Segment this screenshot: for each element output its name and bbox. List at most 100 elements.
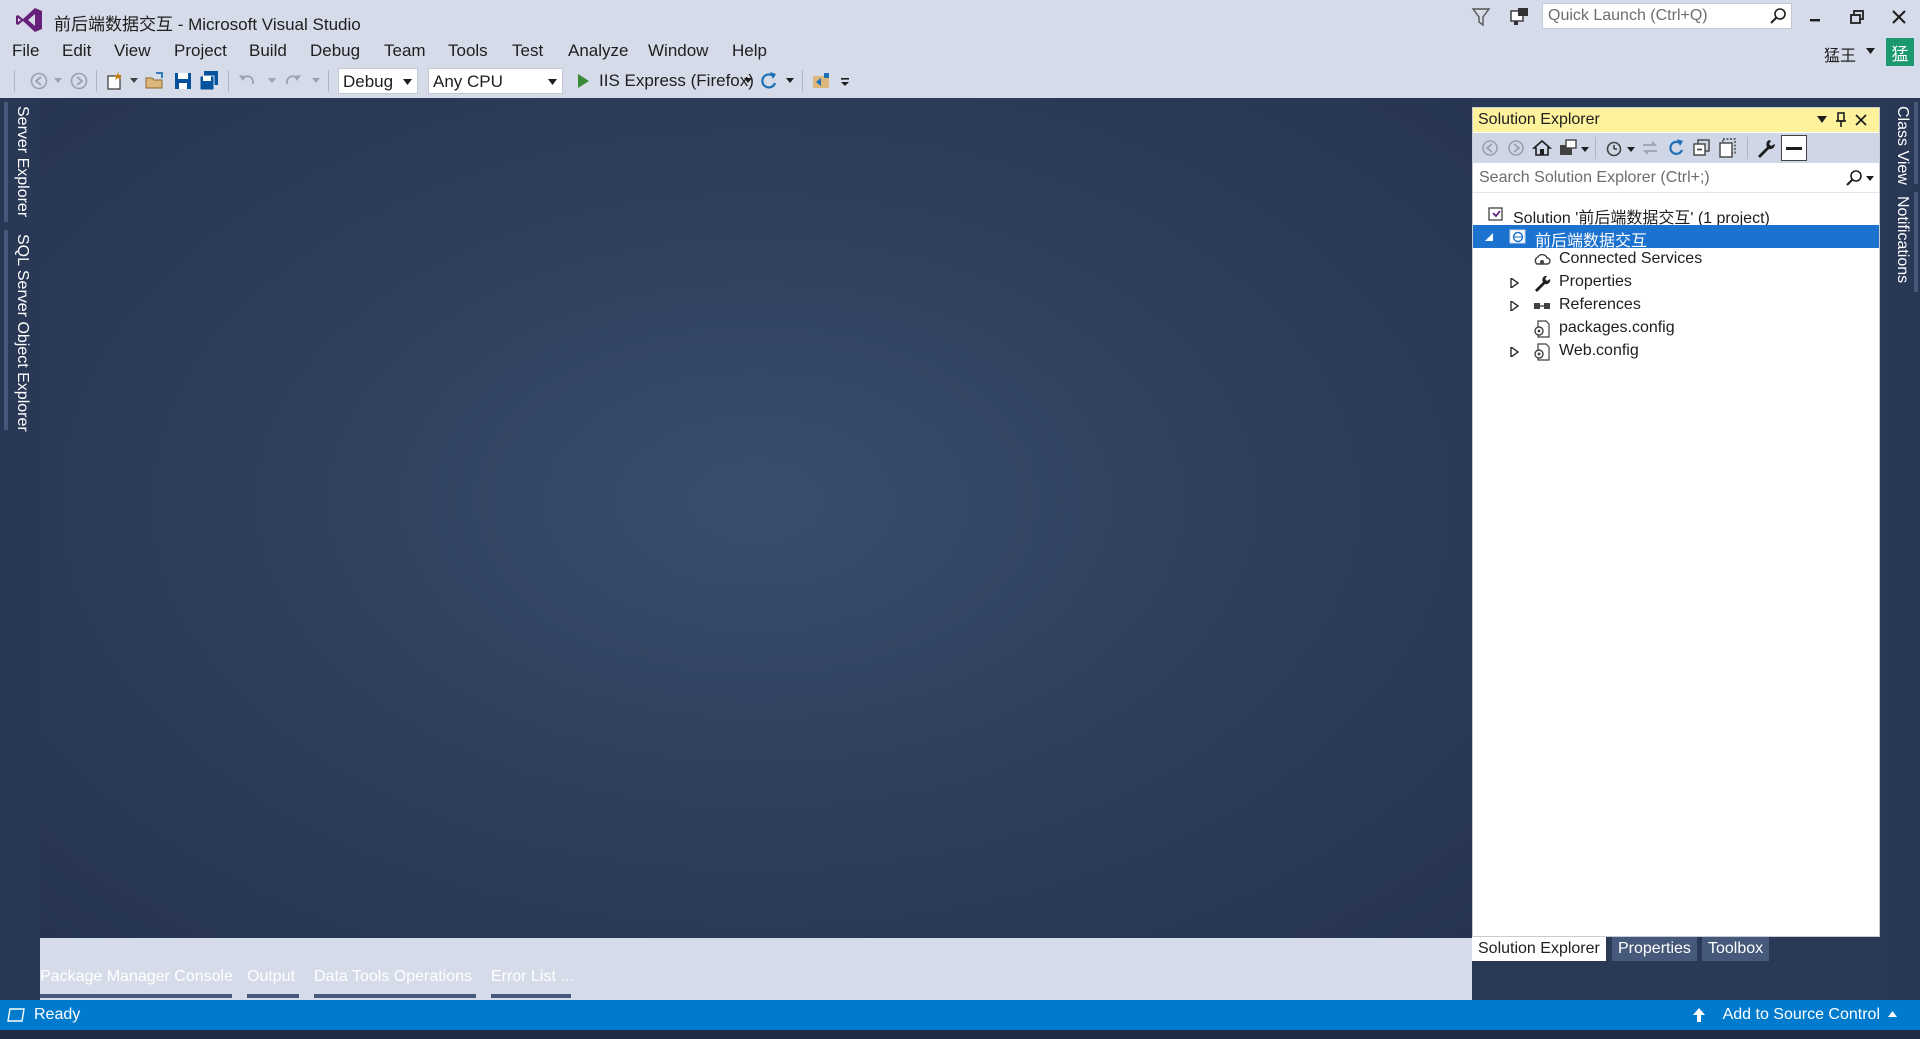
chevron-up-icon[interactable] xyxy=(1888,1011,1897,1017)
tree-item-references[interactable]: References xyxy=(1473,294,1879,317)
notifications-filter-icon[interactable] xyxy=(1470,6,1492,28)
expanded-arrow-icon[interactable] xyxy=(1485,232,1494,242)
menu-debug[interactable]: Debug xyxy=(310,41,360,61)
feedback-icon[interactable] xyxy=(1508,6,1532,28)
connected-services-icon xyxy=(1534,253,1551,265)
home-icon[interactable] xyxy=(1531,137,1553,159)
search-icon[interactable] xyxy=(1769,7,1787,25)
web-project-icon xyxy=(1509,229,1526,244)
menu-window[interactable]: Window xyxy=(648,41,708,61)
menu-file[interactable]: File xyxy=(12,41,39,61)
tab-properties[interactable]: Properties xyxy=(1612,937,1697,961)
switch-views-icon[interactable] xyxy=(1557,137,1579,159)
status-bar: Ready Add to Source Control xyxy=(0,1000,1920,1030)
menu-view[interactable]: View xyxy=(114,41,151,61)
window-position-icon[interactable] xyxy=(1817,116,1827,123)
tree-item-connected-services[interactable]: Connected Services xyxy=(1473,248,1879,271)
collapse-all-icon[interactable] xyxy=(1691,137,1713,159)
save-all-icon[interactable] xyxy=(198,70,220,92)
menu-build[interactable]: Build xyxy=(249,41,287,61)
chevron-down-icon[interactable] xyxy=(268,78,276,83)
open-file-icon[interactable] xyxy=(144,70,166,92)
user-name[interactable]: 猛王 xyxy=(1824,42,1856,66)
navigate-forward-icon[interactable] xyxy=(68,70,90,92)
solution-platform-select[interactable]: Any CPU xyxy=(428,68,563,94)
add-to-source-control-button[interactable]: Add to Source Control xyxy=(1723,1006,1880,1024)
show-all-files-icon[interactable] xyxy=(1717,137,1739,159)
notifications-tab[interactable]: Notifications xyxy=(1893,196,1911,283)
run-target-label[interactable]: IIS Express (Firefox) xyxy=(599,71,754,91)
save-icon[interactable] xyxy=(172,70,194,92)
browser-link-icon[interactable] xyxy=(810,70,832,92)
properties-wrench-icon[interactable] xyxy=(1755,137,1777,159)
back-icon[interactable] xyxy=(1479,137,1501,159)
menu-team[interactable]: Team xyxy=(384,41,426,61)
sync-with-active-document-icon[interactable] xyxy=(1639,137,1661,159)
menu-analyze[interactable]: Analyze xyxy=(568,41,628,61)
tab-data-tools-operations[interactable]: Data Tools Operations xyxy=(314,968,472,986)
chevron-down-icon[interactable] xyxy=(312,78,320,83)
chevron-down-icon[interactable] xyxy=(130,78,138,83)
browser-refresh-icon[interactable] xyxy=(758,70,780,92)
menu-test[interactable]: Test xyxy=(512,41,543,61)
class-view-tab[interactable]: Class View xyxy=(1893,106,1911,185)
refresh-icon[interactable] xyxy=(1665,137,1687,159)
sql-server-object-explorer-tab[interactable]: SQL Server Object Explorer xyxy=(13,234,31,432)
output-window-icon[interactable] xyxy=(6,1006,26,1024)
toolbar-separator xyxy=(96,70,97,92)
solution-configuration-select[interactable]: Debug xyxy=(338,68,418,94)
collapsed-arrow-icon[interactable] xyxy=(1510,347,1519,357)
preview-selected-items-button[interactable] xyxy=(1781,135,1807,161)
pin-icon[interactable] xyxy=(1835,112,1847,128)
chevron-down-icon[interactable] xyxy=(1581,147,1589,152)
tree-item-solution[interactable]: Solution '前后端数据交互' (1 project) xyxy=(1473,202,1879,227)
references-icon xyxy=(1534,303,1550,309)
quick-launch-box[interactable] xyxy=(1542,3,1792,29)
avatar[interactable]: 猛 xyxy=(1886,38,1914,66)
toolbar-grip[interactable] xyxy=(14,70,15,92)
menu-edit[interactable]: Edit xyxy=(62,41,91,61)
collapsed-arrow-icon[interactable] xyxy=(1510,301,1519,311)
tree-item-packages-config[interactable]: packages.config xyxy=(1473,317,1879,340)
tab-toolbox[interactable]: Toolbox xyxy=(1702,937,1770,961)
menu-tools[interactable]: Tools xyxy=(448,41,488,61)
collapsed-arrow-icon[interactable] xyxy=(1510,278,1519,288)
chevron-down-icon[interactable] xyxy=(1627,147,1635,152)
minimize-button[interactable] xyxy=(1792,0,1838,34)
pending-changes-filter-icon[interactable] xyxy=(1603,137,1625,159)
forward-icon[interactable] xyxy=(1505,137,1527,159)
search-icon[interactable] xyxy=(1845,169,1863,187)
tree-item-web-config[interactable]: Web.config xyxy=(1473,340,1879,363)
navigate-back-icon[interactable] xyxy=(28,70,50,92)
menu-project[interactable]: Project xyxy=(174,41,227,61)
undo-icon[interactable] xyxy=(236,70,258,92)
document-well xyxy=(40,98,1472,938)
toolbar-options-icon[interactable] xyxy=(834,70,856,92)
solution-explorer-search-input[interactable] xyxy=(1479,168,1829,188)
toolbar-separator xyxy=(228,70,229,92)
restore-icon xyxy=(1850,10,1864,24)
chevron-down-icon[interactable] xyxy=(1866,176,1874,181)
chevron-down-icon[interactable] xyxy=(744,78,752,83)
tree-item-project[interactable]: 前后端数据交互 xyxy=(1473,225,1879,250)
close-button[interactable] xyxy=(1876,0,1920,34)
chevron-down-icon[interactable] xyxy=(54,78,62,83)
new-project-icon[interactable] xyxy=(104,70,126,92)
start-debugging-icon[interactable] xyxy=(572,70,594,92)
close-icon[interactable] xyxy=(1855,114,1867,126)
menu-help[interactable]: Help xyxy=(732,41,767,61)
tab-marker xyxy=(491,994,571,998)
toolbar-separator xyxy=(328,70,329,92)
tab-error-list[interactable]: Error List ... xyxy=(491,968,574,986)
chevron-down-icon[interactable] xyxy=(786,78,794,83)
redo-icon[interactable] xyxy=(282,70,304,92)
quick-launch-input[interactable] xyxy=(1543,4,1768,28)
chevron-down-icon[interactable] xyxy=(1866,48,1875,54)
solution-explorer-search[interactable] xyxy=(1473,166,1879,193)
tab-package-manager-console[interactable]: Package Manager Console xyxy=(40,968,233,986)
tree-item-properties[interactable]: Properties xyxy=(1473,271,1879,294)
restore-button[interactable] xyxy=(1834,0,1880,34)
tab-solution-explorer[interactable]: Solution Explorer xyxy=(1472,937,1606,961)
tab-output[interactable]: Output xyxy=(247,968,295,986)
server-explorer-tab[interactable]: Server Explorer xyxy=(13,106,31,217)
